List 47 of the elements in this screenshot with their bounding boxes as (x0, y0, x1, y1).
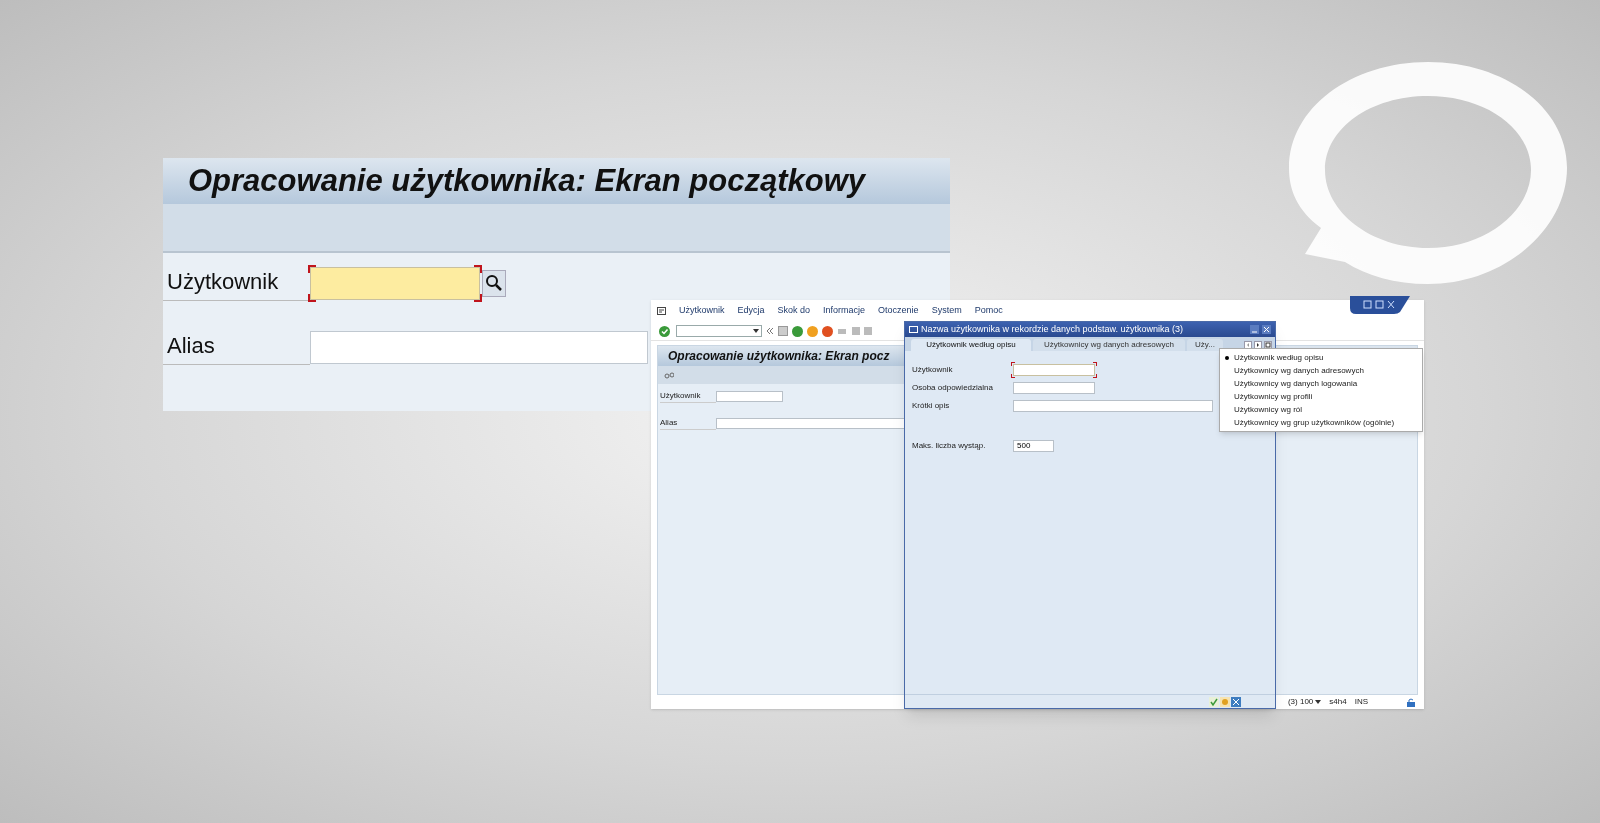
tab[interactable]: Użytkownicy wg danych adresowych (1033, 339, 1185, 351)
input-field[interactable] (310, 330, 648, 364)
session-info[interactable]: (3) 100 (1287, 696, 1314, 708)
field-label: Maks. liczba wystąp. (912, 440, 987, 452)
field-label: Użytkownik (912, 364, 954, 376)
menu-item[interactable]: Informacje (823, 304, 866, 318)
menu-item[interactable]: Użytkownicy wg profili (1220, 390, 1422, 403)
system-name: s4h4 (1329, 696, 1347, 708)
confirm-icon[interactable] (1209, 696, 1219, 707)
input-field[interactable] (1013, 400, 1213, 412)
glasses-icon[interactable] (664, 371, 674, 379)
menu-item[interactable]: Użytkownik (679, 304, 725, 318)
tab[interactable]: Uży... (1187, 339, 1223, 351)
dropdown-arrow-icon[interactable] (753, 329, 759, 333)
menu-item[interactable]: Pomoc (974, 304, 1003, 318)
window-icon (909, 326, 918, 333)
menu-item[interactable]: Użytkownik według opisu (1220, 351, 1422, 364)
menu-item[interactable]: Użytkownicy wg danych logowania (1220, 377, 1422, 390)
field-label: Krótki opis (912, 400, 951, 412)
dropdown-arrow-icon[interactable] (1315, 700, 1322, 704)
menu-item[interactable]: Otoczenie (878, 304, 919, 318)
input-field[interactable] (310, 266, 480, 300)
menu-item[interactable]: Edycja (737, 304, 765, 318)
dialog-title: Nazwa użytkownika w rekordzie danych podstaw. użytkownika (3) (921, 322, 1185, 336)
insert-mode[interactable]: INS (1354, 696, 1368, 708)
input-field[interactable] (1013, 364, 1095, 376)
search-help-button[interactable] (482, 269, 506, 297)
screen-title: Opracowanie użytkownika: Ekran pocz (668, 348, 890, 365)
double-chevron-icon[interactable] (766, 327, 774, 335)
menu-item[interactable]: Użytkownicy wg grup użytkowników (ogólnie) (1220, 416, 1422, 429)
menu-item[interactable]: Skok do (777, 304, 811, 318)
command-field[interactable] (676, 325, 762, 337)
menu-icon[interactable] (657, 307, 666, 315)
input-field[interactable] (1013, 382, 1095, 394)
input-field[interactable]: 500 (1013, 440, 1054, 452)
lock-icon[interactable] (1406, 697, 1416, 707)
field-label: Osoba odpowiedzialna (912, 382, 994, 394)
menu-item[interactable]: Użytkownicy wg ról (1220, 403, 1422, 416)
window-controls-icon[interactable] (1350, 296, 1410, 314)
minimize-icon[interactable] (1250, 325, 1259, 334)
menu-item[interactable]: System (931, 304, 962, 318)
tab[interactable]: Użytkownik według opisu (911, 339, 1031, 351)
close-icon[interactable] (1262, 325, 1271, 334)
input-field[interactable] (716, 391, 783, 402)
check-icon[interactable] (659, 325, 670, 337)
screen-title: Opracowanie użytkownika: Ekran początkowy (188, 161, 866, 200)
menu-item[interactable]: Użytkownicy wg danych adresowych (1220, 364, 1422, 377)
